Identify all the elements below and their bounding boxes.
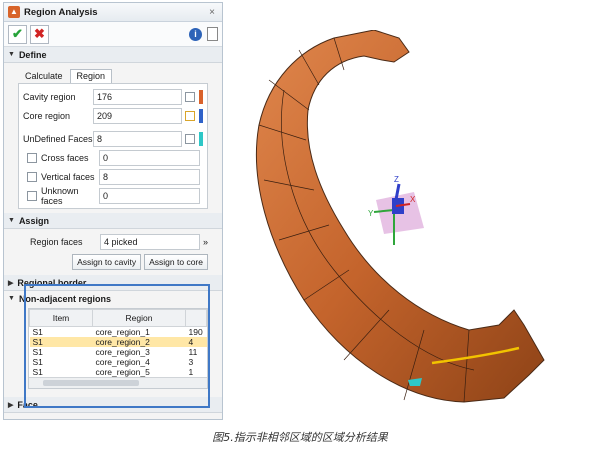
unknown-faces-value[interactable]: 0 xyxy=(99,187,200,204)
axis-z-label: Z xyxy=(394,175,399,184)
core-region-row: Core region 209 xyxy=(23,106,203,125)
collapse-icon: ▼ xyxy=(8,295,15,302)
expand-icon: ▶ xyxy=(8,279,14,287)
non-adjacent-highlight-box xyxy=(24,284,210,408)
document-icon[interactable] xyxy=(207,27,218,41)
unknown-faces-label: Unknown faces xyxy=(41,185,79,206)
region-group: Cavity region 176 Core region 209 UnDefi… xyxy=(18,83,208,209)
assign-to-core-button[interactable]: Assign to core xyxy=(144,254,208,270)
cavity-region-label: Cavity region xyxy=(23,91,76,102)
cavity-region-value[interactable]: 176 xyxy=(93,88,182,105)
cavity-region-row: Cavity region 176 xyxy=(23,87,203,106)
axis-triad-icon: Y Z X xyxy=(368,175,424,245)
vertical-faces-checkbox[interactable] xyxy=(27,171,37,182)
ok-button[interactable]: ✔ xyxy=(8,24,27,44)
close-icon[interactable]: × xyxy=(206,7,218,18)
collapse-icon: ▼ xyxy=(8,51,15,58)
undefined-faces-value[interactable]: 8 xyxy=(93,130,182,147)
unknown-faces-checkbox[interactable] xyxy=(27,190,37,201)
app-logo-icon: ▲ xyxy=(8,6,20,18)
undefined-color-swatch[interactable] xyxy=(199,131,203,146)
figure-caption: 图5.指示非相邻区域的区域分析结果 xyxy=(212,431,388,444)
cavity-color-swatch[interactable] xyxy=(199,89,203,104)
axis-y-label: Y xyxy=(368,209,374,218)
assign-to-cavity-button[interactable]: Assign to cavity xyxy=(72,254,142,270)
core-region-label: Core region xyxy=(23,110,71,121)
section-define-label: Define xyxy=(18,49,47,60)
cross-faces-row: Cross faces 0 xyxy=(23,148,203,167)
region-faces-label: Region faces xyxy=(30,236,83,247)
info-icon[interactable]: i xyxy=(189,27,202,41)
cancel-button[interactable]: ✖ xyxy=(30,24,49,44)
core-region-checkbox[interactable] xyxy=(185,110,195,121)
section-define[interactable]: ▼ Define xyxy=(4,47,222,63)
cross-faces-checkbox[interactable] xyxy=(27,152,37,163)
section-assign[interactable]: ▼ Assign xyxy=(4,213,222,229)
undefined-faces-label: UnDefined Faces xyxy=(23,133,93,144)
vertical-faces-row: Vertical faces 8 xyxy=(23,167,203,186)
cross-faces-value[interactable]: 0 xyxy=(99,149,200,166)
core-color-swatch[interactable] xyxy=(199,108,203,123)
vertical-faces-value[interactable]: 8 xyxy=(99,168,200,185)
region-faces-value[interactable]: 4 picked xyxy=(100,233,200,250)
expand-icon: ▶ xyxy=(8,401,14,409)
vertical-faces-label: Vertical faces xyxy=(41,171,95,182)
cross-faces-label: Cross faces xyxy=(41,152,89,163)
axis-x-label: X xyxy=(410,195,416,204)
window-title: Region Analysis xyxy=(24,6,98,18)
tab-calculate[interactable]: Calculate xyxy=(18,69,70,83)
expand-chevron-icon[interactable]: » xyxy=(203,237,208,247)
tab-bar: Calculate Region xyxy=(4,63,222,83)
region-faces-row: Region faces 4 picked » xyxy=(30,232,208,251)
toolbar: ✔ ✖ i xyxy=(4,22,222,47)
tab-region[interactable]: Region xyxy=(69,69,113,83)
core-region-value[interactable]: 209 xyxy=(93,107,182,124)
undefined-faces-checkbox[interactable] xyxy=(185,133,195,144)
assign-buttons: Assign to cavity Assign to core xyxy=(18,254,208,270)
undefined-faces-row: UnDefined Faces 8 xyxy=(23,129,203,148)
title-bar: ▲ Region Analysis × xyxy=(4,3,222,22)
collapse-icon: ▼ xyxy=(8,217,15,224)
3d-model-viewport[interactable]: Y Z X xyxy=(224,30,594,420)
section-assign-label: Assign xyxy=(18,215,49,226)
unknown-faces-row: Unknown faces 0 xyxy=(23,185,203,206)
cavity-region-checkbox[interactable] xyxy=(185,91,195,102)
